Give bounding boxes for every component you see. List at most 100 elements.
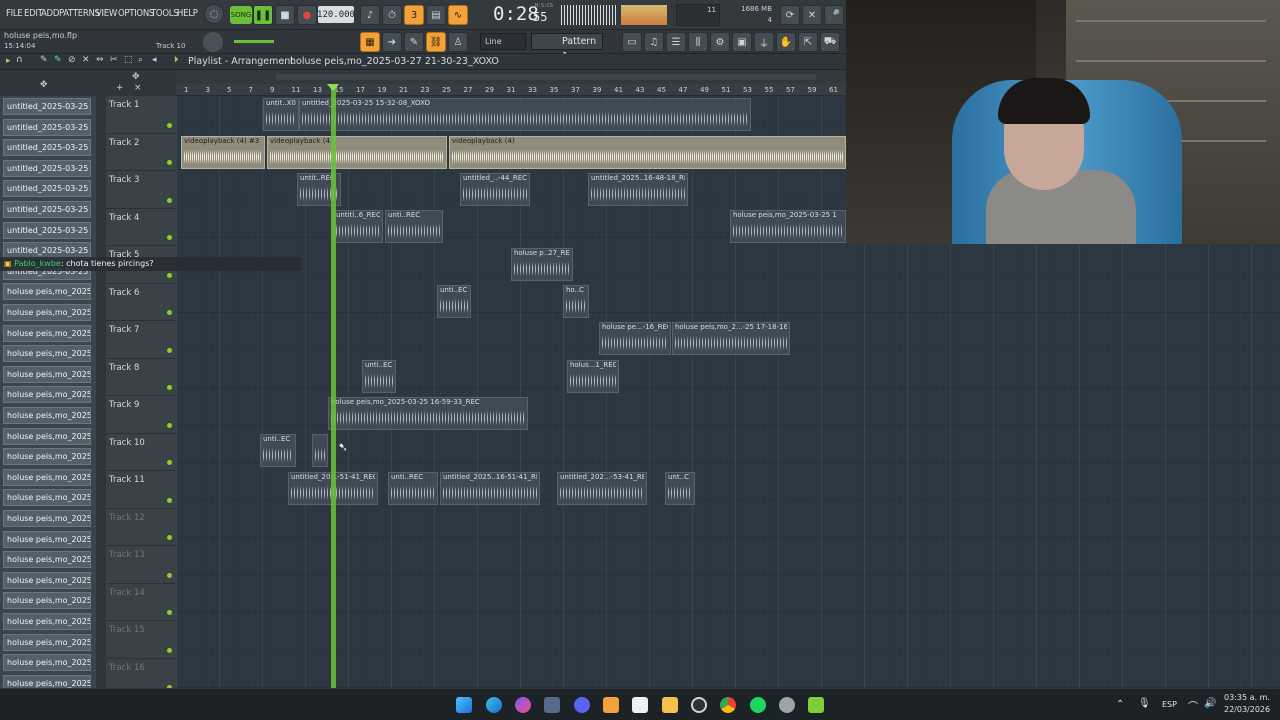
brush-icon[interactable]: ✎ (404, 32, 424, 52)
track-enable-icon[interactable] (167, 647, 172, 653)
track-header[interactable]: Track 13 (106, 546, 176, 584)
track-enable-icon[interactable] (167, 610, 172, 615)
paint-icon[interactable]: ✎ (54, 55, 62, 65)
browser-item[interactable]: untitled_2025-03-25 16- (3, 139, 91, 157)
master-volume-slider[interactable] (234, 40, 274, 43)
track-enable-icon[interactable] (167, 310, 172, 315)
clock-date[interactable]: 22/03/2026 (1224, 705, 1270, 714)
tempo-tapper-icon[interactable]: ✋ (776, 32, 796, 52)
link-icon[interactable]: ⛓ (426, 32, 446, 52)
browser-scrollbar[interactable] (96, 96, 106, 688)
browser-item[interactable]: holuse peis,mo_2025-03- (3, 448, 91, 466)
audio-clip[interactable]: unti..EC (437, 285, 471, 318)
menu-add[interactable]: ADD (41, 8, 59, 19)
track-header[interactable]: Track 12 (106, 509, 176, 546)
play-arrow-icon[interactable]: ⏵ (174, 55, 179, 65)
browser-item[interactable]: holuse peis,mo_2025-03- (3, 365, 91, 383)
zoom-icon[interactable]: ⌕ (138, 55, 143, 65)
track-enable-icon[interactable] (167, 385, 172, 390)
edge-icon[interactable] (486, 697, 502, 713)
browser-item[interactable]: holuse peis,mo_2025-03- (3, 654, 91, 672)
audio-clip[interactable]: holuse peis,mo_2...-25 17-18-16_REC (672, 322, 790, 355)
audio-clip[interactable]: untitled_2025..16-48-18_REC (588, 173, 688, 206)
audio-clip[interactable]: ho..C (563, 285, 589, 318)
obs-icon[interactable] (691, 697, 707, 713)
refresh-icon[interactable]: ⟳ (780, 5, 800, 25)
track-enable-icon[interactable] (167, 235, 172, 240)
snap-select[interactable]: Line (480, 33, 526, 50)
close-icon[interactable]: ✕ (802, 5, 822, 25)
track-header[interactable]: Track 10 (106, 434, 176, 471)
track-enable-icon[interactable] (167, 347, 172, 353)
track-header[interactable]: Track 8 (106, 359, 176, 396)
time-scrollbar[interactable] (176, 70, 846, 84)
plug-icon[interactable]: ⏚ (754, 32, 774, 52)
browser-item[interactable]: holuse peis,mo_2025-03- (3, 386, 91, 404)
browser-item[interactable]: untitled_2025-03-25 16- (3, 180, 91, 198)
clock-time[interactable]: 03:35 a. m. (1224, 693, 1270, 702)
track-header[interactable]: Track 4 (106, 209, 176, 246)
browser-item[interactable]: holuse peis,mo_2025-03- (3, 407, 91, 424)
browser-item[interactable]: untitled_2025-03-25 16- (3, 159, 91, 177)
metronome-icon[interactable]: ♪ (360, 5, 380, 25)
browser-item[interactable]: holuse peis,mo_2025-03- (3, 510, 91, 527)
menu-tools[interactable]: TOOLS (151, 8, 179, 19)
channel-rack-icon[interactable]: ☰ (666, 32, 686, 52)
browser-item[interactable]: untitled_2025-03-25 16- (3, 98, 91, 115)
file-explorer-icon[interactable] (662, 697, 678, 713)
track-enable-icon[interactable] (167, 160, 172, 165)
browser-item[interactable]: untitled_2025-03-25 16- (3, 221, 91, 239)
playback-icon[interactable]: ◂ (152, 55, 157, 65)
audio-clip[interactable]: unti..EC (362, 360, 396, 393)
audio-clip[interactable]: untit..X0 (263, 98, 299, 131)
track-enable-icon[interactable] (167, 422, 172, 428)
audio-clip[interactable]: untitled_2025-03-25 15-32-08_XOXO (299, 98, 751, 131)
audio-clip[interactable]: unti..REC (388, 472, 438, 505)
pattern-select[interactable]: Pattern 1 (531, 33, 603, 62)
browser-item[interactable]: holuse peis,mo_2025-03- (3, 551, 91, 569)
master-pitch-knob[interactable] (203, 32, 223, 52)
track-enable-icon[interactable] (167, 460, 172, 465)
audio-clip[interactable]: unti..REC (385, 210, 443, 243)
browser-item[interactable]: holuse peis,mo_2025-03- (3, 304, 91, 321)
blend-notes-icon[interactable]: ∿ (448, 5, 468, 25)
browser-item[interactable]: holuse peis,mo_2025-03- (3, 324, 91, 342)
browser-icon[interactable]: ▣ (732, 32, 752, 52)
audio-clip[interactable]: untitled_202...-53-41_REC (557, 472, 647, 505)
settings-icon[interactable] (779, 697, 795, 713)
audio-clip[interactable]: untitled_2025..16-51-41_REC (440, 472, 540, 505)
audio-clip[interactable]: holuse peis,mo_2025-03-25 1 (730, 210, 846, 243)
piano-roll-icon[interactable]: ♫ (644, 32, 664, 52)
track-header[interactable]: Track 2 (106, 134, 176, 171)
song-mode-toggle[interactable]: SONG (230, 6, 252, 24)
pause-button[interactable]: ❚❚ (253, 5, 273, 25)
dropbox-icon[interactable] (544, 697, 560, 713)
language-indicator[interactable]: ESP (1162, 700, 1177, 709)
audio-clip[interactable]: unt..C (665, 472, 695, 505)
audio-clip[interactable]: unti..EC (260, 434, 296, 467)
track-header[interactable]: Track 14 (106, 584, 176, 621)
audio-clip[interactable]: untitled_..-44_REC (460, 173, 530, 206)
track-header[interactable]: Track 9 (106, 396, 176, 434)
browser-item[interactable]: holuse peis,mo_2025-03- (3, 633, 91, 651)
audio-clip[interactable]: holuse peis,mo_2025-03-25 16-59-33_REC (328, 397, 528, 430)
playlist-icon[interactable]: ▭ (622, 32, 642, 52)
menu-view[interactable]: VIEW (96, 8, 117, 19)
browser-item[interactable]: holuse peis,mo_2025-03- (3, 613, 91, 630)
speaker-icon[interactable]: 🔊 (1204, 698, 1216, 709)
snap-icon[interactable]: ▦ (360, 32, 380, 52)
track-header[interactable]: Track 3 (106, 171, 176, 209)
track-enable-icon[interactable] (167, 197, 172, 203)
browser-item[interactable]: holuse peis,mo_2025-03- (3, 489, 91, 507)
browser-item[interactable]: holuse peis,mo_2025-03- (3, 283, 91, 301)
select-icon[interactable]: ⬚ (124, 55, 133, 65)
chrome-icon[interactable] (720, 697, 736, 713)
track-enable-icon[interactable] (167, 572, 172, 578)
browser-item[interactable]: holuse peis,mo_2025-03- (3, 571, 91, 589)
track-enable-icon[interactable] (167, 535, 172, 540)
notepad-icon[interactable] (632, 697, 648, 713)
track-header[interactable]: Track 15 (106, 621, 176, 659)
track-enable-icon[interactable] (167, 497, 172, 503)
browser-item[interactable]: holuse peis,mo_2025-03- (3, 592, 91, 610)
scrollbar-thumb[interactable] (276, 74, 816, 80)
